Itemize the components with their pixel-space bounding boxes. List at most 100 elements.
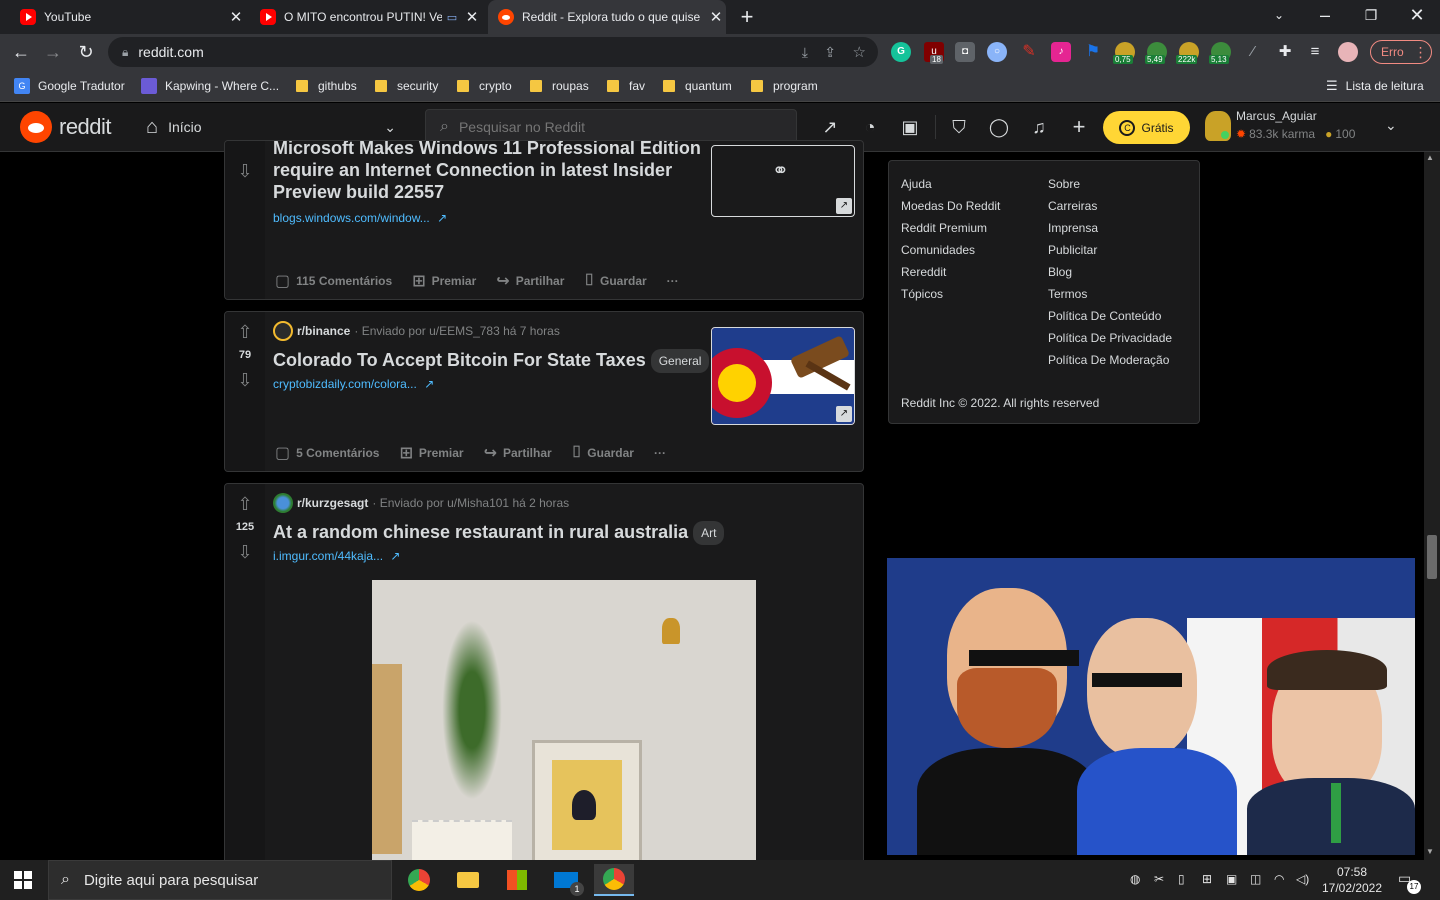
footer-link-privacy-policy[interactable]: Política De Privacidade	[1048, 331, 1172, 345]
stats-icon[interactable]: ◔	[859, 116, 881, 138]
link-thumbnail[interactable]: ⚭ ↗	[711, 145, 855, 217]
bookmark-folder-security[interactable]: security	[375, 77, 438, 95]
reddit-logo-icon[interactable]	[20, 111, 52, 143]
footer-link-topics[interactable]: Tópicos	[901, 287, 943, 301]
bookmark-folder-quantum[interactable]: quantum	[663, 77, 732, 95]
tab-youtube[interactable]: YouTube ✕	[12, 0, 246, 34]
footer-link-content-policy[interactable]: Política De Conteúdo	[1048, 309, 1161, 323]
taskbar-search[interactable]: ⌕ Digite aqui para pesquisar	[48, 860, 392, 900]
home-dropdown[interactable]: ⌂ Início ⌄	[146, 111, 400, 143]
scrollbar-thumb[interactable]	[1427, 535, 1437, 579]
bookmark-folder-fav[interactable]: fav	[607, 77, 645, 95]
upvote-icon[interactable]: ⇧	[235, 322, 255, 342]
footer-link-about[interactable]: Sobre	[1048, 177, 1080, 191]
footer-link-premium[interactable]: Reddit Premium	[901, 221, 987, 235]
free-coins-button[interactable]: C Grátis	[1103, 111, 1190, 144]
scroll-down-icon[interactable]: ▼	[1426, 847, 1434, 856]
tools-tray-icon[interactable]: ✂	[1154, 872, 1164, 886]
pen-icon[interactable]: ✎	[1019, 42, 1039, 62]
maximize-button[interactable]: ❐	[1360, 4, 1382, 26]
footer-link-terms[interactable]: Termos	[1048, 287, 1087, 301]
post-title[interactable]: Microsoft Makes Windows 11 Professional …	[273, 141, 701, 203]
footer-link-rereddit[interactable]: Rereddit	[901, 265, 946, 279]
create-post-icon[interactable]: +	[1068, 116, 1090, 138]
award-button[interactable]: ⊞ Premiar	[412, 271, 476, 291]
post-link[interactable]: cryptobizdaily.com/colora... ↗	[273, 377, 434, 391]
bookmark-folder-crypto[interactable]: crypto	[457, 77, 512, 95]
save-button[interactable]: ⌷ Guardar	[584, 272, 646, 290]
volume-icon[interactable]: ◁)	[1296, 872, 1309, 886]
downvote-icon[interactable]: ⇩	[235, 542, 255, 562]
post-title[interactable]: Colorado To Accept Bitcoin For State Tax…	[273, 349, 710, 374]
live-icon[interactable]: ▣	[899, 116, 921, 138]
mod-shield-icon[interactable]: ⛉	[948, 116, 970, 138]
flag-icon[interactable]: ⚑	[1083, 42, 1103, 62]
popular-icon[interactable]: ↗	[819, 116, 841, 138]
subreddit-link[interactable]: r/kurzgesagt	[297, 496, 368, 510]
post-flair[interactable]: General	[650, 349, 710, 374]
minimize-button[interactable]: –	[1314, 4, 1336, 26]
footer-link-coins[interactable]: Moedas Do Reddit	[901, 199, 1000, 213]
footer-link-blog[interactable]: Blog	[1048, 265, 1072, 279]
mic-icon[interactable]: ♪	[1051, 42, 1071, 62]
picture-in-picture-video[interactable]	[887, 558, 1415, 855]
post-card[interactable]: ⇩ Microsoft Makes Windows 11 Professiona…	[224, 140, 864, 300]
usb-tray-icon[interactable]: ▯	[1178, 872, 1185, 886]
app-tray-icon[interactable]: ▣	[1226, 872, 1237, 886]
search-input[interactable]	[458, 119, 759, 135]
file-explorer-taskbar-icon[interactable]	[448, 864, 488, 896]
post-link[interactable]: blogs.windows.com/window... ↗	[273, 211, 447, 225]
comments-button[interactable]: ▢ 115 Comentários	[275, 271, 392, 291]
lens-icon[interactable]: ○	[987, 42, 1007, 62]
footer-link-communities[interactable]: Comunidades	[901, 243, 975, 257]
tab-reddit[interactable]: Reddit - Explora tudo o que quise ✕	[488, 0, 726, 34]
chrome-taskbar-icon[interactable]	[399, 864, 439, 896]
footer-link-press[interactable]: Imprensa	[1048, 221, 1098, 235]
more-options-button[interactable]: ···	[667, 274, 679, 288]
windows-start-icon[interactable]	[14, 871, 32, 889]
share-button[interactable]: ↪ Partilhar	[496, 271, 564, 291]
reading-list-button[interactable]: ☰ Lista de leitura	[1326, 77, 1424, 95]
back-icon[interactable]: ←	[10, 41, 32, 63]
post-flair[interactable]: Art	[693, 521, 725, 546]
close-tab-icon[interactable]: ✕	[706, 8, 726, 26]
share-icon[interactable]: ⇪	[824, 44, 836, 61]
comments-button[interactable]: ▢ 5 Comentários	[275, 443, 379, 463]
post-image[interactable]	[372, 580, 756, 872]
close-tab-icon[interactable]: ✕	[462, 8, 482, 26]
post-card[interactable]: ⇧ 125 ⇩ r/kurzgesagt · Enviado por u/Mis…	[224, 483, 864, 873]
new-tab-button[interactable]: +	[736, 6, 758, 28]
media-control-icon[interactable]: ≡	[1305, 42, 1325, 62]
tab-putin-video[interactable]: O MITO encontrou PUTIN! Ve ▭ ✕	[252, 0, 482, 34]
bookmark-folder-roupas[interactable]: roupas	[530, 77, 589, 95]
scroll-up-icon[interactable]: ▲	[1426, 153, 1434, 162]
user-menu[interactable]: Marcus_Aguiar ✹ 83.3k karma ● 100 ⌄	[1205, 109, 1405, 145]
display-tray-icon[interactable]: ◫	[1250, 872, 1261, 886]
footer-link-mod-policy[interactable]: Política De Moderação	[1048, 353, 1169, 367]
page-scrollbar[interactable]	[1424, 152, 1440, 860]
reload-icon[interactable]: ↻	[75, 41, 97, 63]
chrome-active-taskbar-icon[interactable]	[594, 864, 634, 896]
camera-icon[interactable]: ◘	[955, 42, 975, 62]
store-taskbar-icon[interactable]	[497, 864, 537, 896]
mail-taskbar-icon[interactable]: 1	[546, 864, 586, 896]
downvote-icon[interactable]: ⇩	[235, 161, 255, 181]
post-link[interactable]: i.imgur.com/44kaja... ↗	[273, 549, 400, 563]
profile-error-button[interactable]: Erro ⋮	[1370, 40, 1432, 64]
bookmark-kapwing[interactable]: Kapwing - Where C...	[141, 77, 279, 95]
extensions-puzzle-icon[interactable]: ✚	[1275, 42, 1295, 62]
notifications-bell-icon[interactable]: ♫	[1028, 116, 1050, 138]
clock[interactable]: 07:58 17/02/2022	[1320, 864, 1384, 896]
close-tab-icon[interactable]: ✕	[226, 8, 246, 26]
windows-security-tray-icon[interactable]: ⊞	[1202, 872, 1212, 886]
bookmark-folder-program[interactable]: program	[751, 77, 818, 95]
bookmark-star-icon[interactable]: ☆	[853, 43, 866, 61]
tab-search-icon[interactable]: ⌄	[1268, 4, 1290, 26]
save-button[interactable]: ⌷ Guardar	[572, 444, 634, 462]
colorado-thumbnail[interactable]: ↗	[711, 327, 855, 425]
chrome-menu-icon[interactable]: ⋮	[1414, 44, 1428, 61]
picture-in-picture-icon[interactable]: ▭	[442, 11, 462, 24]
chat-icon[interactable]: ◯	[988, 116, 1010, 138]
forward-icon[interactable]: →	[42, 41, 64, 63]
bookmark-folder-githubs[interactable]: githubs	[296, 77, 357, 95]
